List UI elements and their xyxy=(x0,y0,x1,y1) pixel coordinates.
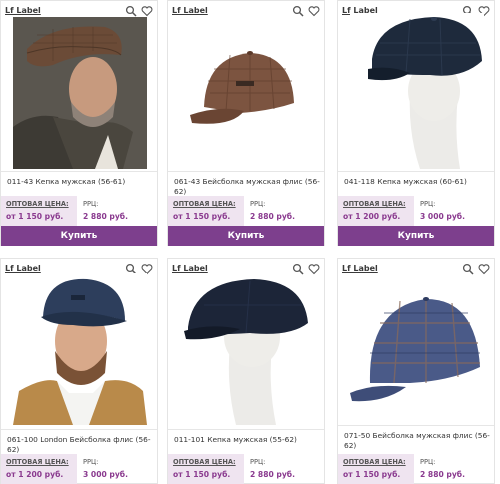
heart-icon[interactable] xyxy=(141,5,153,17)
name-row: 071-50 Бейсболка мужская флис (56-62) xyxy=(338,425,494,455)
buy-button[interactable]: Купить xyxy=(1,226,157,246)
product-name[interactable]: 071-50 Бейсболка мужская флис (56-62) xyxy=(344,431,490,451)
product-card[interactable]: Lf Label 061-43 Бейсболка мужская флис (… xyxy=(167,0,325,246)
product-name[interactable]: 061-43 Бейсболка мужская флис (56-62) xyxy=(174,177,320,197)
card-header: Lf Label xyxy=(168,1,324,23)
name-row: 041-118 Кепка мужская (60-61) xyxy=(338,171,494,197)
retail-price-value: 2 880 руб. xyxy=(83,212,128,221)
retail-price-label: РРЦ: xyxy=(420,200,436,208)
wholesale-price-box: ОПТОВАЯ ЦЕНА: от 1 200 руб. xyxy=(1,454,77,484)
retail-price-value: 2 880 руб. xyxy=(250,470,295,479)
wholesale-price-box: ОПТОВАЯ ЦЕНА: от 1 150 руб. xyxy=(168,454,244,484)
buy-button[interactable]: Купить xyxy=(338,226,494,246)
retail-price-label: РРЦ: xyxy=(83,458,99,466)
wholesale-price-label: ОПТОВАЯ ЦЕНА: xyxy=(173,200,236,208)
search-icon[interactable] xyxy=(125,5,137,17)
retail-price-box: РРЦ: 3 000 руб. xyxy=(81,454,155,484)
retail-price-value: 3 000 руб. xyxy=(83,470,128,479)
product-card[interactable]: Lf Label 061-100 London Бейсболка флис (… xyxy=(0,258,158,484)
name-row: 011-43 Кепка мужская (56-61) xyxy=(1,171,157,197)
brand-link[interactable]: Lf Label xyxy=(172,264,208,273)
search-icon[interactable] xyxy=(292,5,304,17)
price-row: ОПТОВАЯ ЦЕНА: от 1 150 руб. РРЦ: 2 880 р… xyxy=(1,196,157,226)
brand-link[interactable]: Lf Label xyxy=(5,6,41,15)
wholesale-price-value: от 1 150 руб. xyxy=(6,212,64,221)
heart-icon[interactable] xyxy=(308,5,320,17)
retail-price-box: РРЦ: 2 880 руб. xyxy=(248,454,322,484)
product-name[interactable]: 041-118 Кепка мужская (60-61) xyxy=(344,177,490,187)
retail-price-label: РРЦ: xyxy=(420,458,436,466)
wholesale-price-box: ОПТОВАЯ ЦЕНА: от 1 150 руб. xyxy=(168,196,244,226)
product-image[interactable] xyxy=(350,283,484,421)
wholesale-price-value: от 1 150 руб. xyxy=(173,212,231,221)
wholesale-price-label: ОПТОВАЯ ЦЕНА: xyxy=(173,458,236,466)
product-image[interactable] xyxy=(180,275,314,425)
product-card[interactable]: Lf Label 011-101 Кепка мужская (55-62) О… xyxy=(167,258,325,484)
name-row: 061-43 Бейсболка мужская флис (56-62) xyxy=(168,171,324,197)
brand-link[interactable]: Lf Label xyxy=(5,264,41,273)
price-row: ОПТОВАЯ ЦЕНА: от 1 150 руб. РРЦ: 2 880 р… xyxy=(168,454,324,484)
retail-price-value: 2 880 руб. xyxy=(420,470,465,479)
retail-price-value: 3 000 руб. xyxy=(420,212,465,221)
name-row: 011-101 Кепка мужская (55-62) xyxy=(168,429,324,455)
product-card[interactable]: Lf Label 071-50 Бейсболка мужская флис (… xyxy=(337,258,495,484)
search-icon[interactable] xyxy=(462,263,474,275)
retail-price-box: РРЦ: 2 880 руб. xyxy=(418,454,492,484)
product-image[interactable] xyxy=(13,17,147,169)
retail-price-label: РРЦ: xyxy=(83,200,99,208)
product-image[interactable] xyxy=(13,273,147,425)
retail-price-label: РРЦ: xyxy=(250,200,266,208)
retail-price-box: РРЦ: 3 000 руб. xyxy=(418,196,492,226)
brand-link[interactable]: Lf Label xyxy=(342,264,378,273)
wholesale-price-box: ОПТОВАЯ ЦЕНА: от 1 200 руб. xyxy=(338,196,414,226)
product-card[interactable]: Lf Label 011-43 Кепка мужская (56-61) ОП… xyxy=(0,0,158,246)
price-row: ОПТОВАЯ ЦЕНА: от 1 150 руб. РРЦ: 2 880 р… xyxy=(338,454,494,484)
price-row: ОПТОВАЯ ЦЕНА: от 1 150 руб. РРЦ: 2 880 р… xyxy=(168,196,324,226)
product-name[interactable]: 011-43 Кепка мужская (56-61) xyxy=(7,177,153,187)
product-image[interactable] xyxy=(350,13,484,169)
wholesale-price-value: от 1 200 руб. xyxy=(343,212,401,221)
product-name[interactable]: 061-100 London Бейсболка флис (56-62) xyxy=(7,435,153,455)
heart-icon[interactable] xyxy=(478,263,490,275)
search-icon[interactable] xyxy=(292,263,304,275)
retail-price-value: 2 880 руб. xyxy=(250,212,295,221)
heart-icon[interactable] xyxy=(308,263,320,275)
wholesale-price-value: от 1 150 руб. xyxy=(173,470,231,479)
wholesale-price-label: ОПТОВАЯ ЦЕНА: xyxy=(343,200,406,208)
brand-link[interactable]: Lf Label xyxy=(172,6,208,15)
wholesale-price-box: ОПТОВАЯ ЦЕНА: от 1 150 руб. xyxy=(1,196,77,226)
price-row: ОПТОВАЯ ЦЕНА: от 1 200 руб. РРЦ: 3 000 р… xyxy=(1,454,157,484)
price-row: ОПТОВАЯ ЦЕНА: от 1 200 руб. РРЦ: 3 000 р… xyxy=(338,196,494,226)
card-header: Lf Label xyxy=(338,259,494,281)
wholesale-price-label: ОПТОВАЯ ЦЕНА: xyxy=(6,458,69,466)
wholesale-price-box: ОПТОВАЯ ЦЕНА: от 1 150 руб. xyxy=(338,454,414,484)
wholesale-price-label: ОПТОВАЯ ЦЕНА: xyxy=(6,200,69,208)
retail-price-label: РРЦ: xyxy=(250,458,266,466)
product-name[interactable]: 011-101 Кепка мужская (55-62) xyxy=(174,435,320,445)
buy-button[interactable]: Купить xyxy=(168,226,324,246)
name-row: 061-100 London Бейсболка флис (56-62) xyxy=(1,429,157,455)
wholesale-price-label: ОПТОВАЯ ЦЕНА: xyxy=(343,458,406,466)
retail-price-box: РРЦ: 2 880 руб. xyxy=(81,196,155,226)
wholesale-price-value: от 1 150 руб. xyxy=(343,470,401,479)
product-image[interactable] xyxy=(180,23,314,169)
wholesale-price-value: от 1 200 руб. xyxy=(6,470,64,479)
retail-price-box: РРЦ: 2 880 руб. xyxy=(248,196,322,226)
product-card[interactable]: Lf Label 041-118 Кепка мужская (60-61) О… xyxy=(337,0,495,246)
